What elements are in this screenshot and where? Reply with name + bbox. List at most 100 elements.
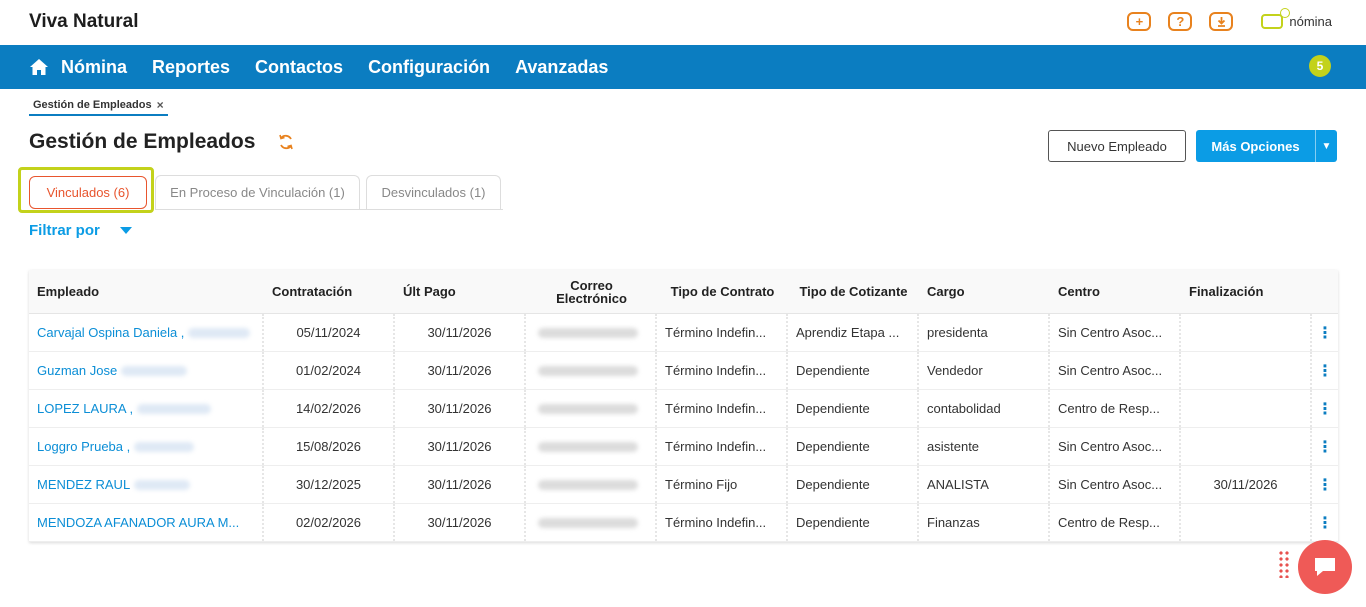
cell-correo bbox=[526, 314, 657, 351]
cell-ult-pago-text: 30/11/2026 bbox=[427, 515, 492, 530]
cell-cargo-text: asistente bbox=[927, 439, 980, 454]
row-menu[interactable]: ⋮ bbox=[1312, 390, 1338, 427]
cell-cargo: presidenta bbox=[919, 314, 1050, 351]
row-menu[interactable]: ⋮ bbox=[1312, 504, 1338, 541]
cell-centro-text: Sin Centro Asoc... bbox=[1058, 439, 1163, 454]
cell-tipo-cotizante: Dependiente bbox=[788, 352, 919, 389]
home-icon[interactable] bbox=[29, 58, 49, 76]
cell-contratacion-text: 01/02/2024 bbox=[295, 363, 362, 378]
table-row[interactable]: MENDOZA AFANADOR AURA M... 02/02/2026 30/1… bbox=[29, 504, 1338, 542]
cell-empleado-text: Carvajal Ospina Daniela , bbox=[37, 325, 185, 340]
kebab-menu-icon[interactable]: ⋮ bbox=[1317, 323, 1333, 343]
cell-finalizacion bbox=[1181, 428, 1312, 465]
cell-tipo-contrato: Término Fijo bbox=[657, 466, 788, 503]
close-icon[interactable]: × bbox=[157, 98, 164, 112]
col-tipo-contrato[interactable]: Tipo de Contrato bbox=[657, 270, 788, 313]
cell-ult-pago-text: 30/11/2026 bbox=[427, 439, 492, 454]
cell-centro: Sin Centro Asoc... bbox=[1050, 428, 1181, 465]
employees-table: Empleado Contratación Últ Pago Correo El… bbox=[29, 270, 1338, 542]
row-menu[interactable]: ⋮ bbox=[1312, 352, 1338, 389]
cell-contratacion-text: 02/02/2026 bbox=[295, 515, 362, 530]
table-row[interactable]: Carvajal Ospina Daniela , 05/11/2024 30/11… bbox=[29, 314, 1338, 352]
table-row[interactable]: Loggro Prueba , 15/08/2026 30/11/2026 Térmi… bbox=[29, 428, 1338, 466]
nav-contactos[interactable]: Contactos bbox=[255, 57, 343, 78]
breadcrumb[interactable]: Gestión de Empleados × bbox=[29, 96, 168, 116]
row-menu[interactable]: ⋮ bbox=[1312, 428, 1338, 465]
cell-finalizacion bbox=[1181, 390, 1312, 427]
cell-empleado-text: MENDEZ RAUL bbox=[37, 477, 131, 492]
nav-configuracion[interactable]: Configuración bbox=[368, 57, 490, 78]
col-contratacion[interactable]: Contratación bbox=[264, 270, 395, 313]
refresh-icon[interactable] bbox=[277, 133, 295, 151]
drag-handle-icon[interactable] bbox=[1278, 550, 1290, 578]
cell-centro-text: Centro de Resp... bbox=[1058, 401, 1160, 416]
plus-icon[interactable]: + bbox=[1127, 12, 1152, 31]
table-row[interactable]: Guzman Jose 01/02/2024 30/11/2026 Término I… bbox=[29, 352, 1338, 390]
table-row[interactable]: LOPEZ LAURA , 14/02/2026 30/11/2026 Término… bbox=[29, 390, 1338, 428]
cell-cargo-text: contabolidad bbox=[927, 401, 1001, 416]
cell-centro: Centro de Resp... bbox=[1050, 390, 1181, 427]
cell-contratacion-text: 15/08/2026 bbox=[295, 439, 362, 454]
filter-toggle[interactable]: Filtrar por bbox=[29, 222, 132, 239]
cell-centro: Centro de Resp... bbox=[1050, 504, 1181, 541]
tab-en-proceso[interactable]: En Proceso de Vinculación (1) bbox=[155, 175, 360, 209]
cell-empleado[interactable]: MENDEZ RAUL bbox=[29, 466, 264, 503]
tab-desvinculados[interactable]: Desvinculados (1) bbox=[366, 175, 501, 209]
col-correo[interactable]: Correo Electrónico bbox=[526, 270, 657, 313]
table-row[interactable]: MENDEZ RAUL 30/12/2025 30/11/2026 Término F… bbox=[29, 466, 1338, 504]
caret-down-icon[interactable]: ▼ bbox=[1315, 130, 1337, 162]
cell-contratacion: 30/12/2025 bbox=[264, 466, 395, 503]
cell-tipo-contrato: Término Indefin... bbox=[657, 504, 788, 541]
notification-badge[interactable]: 5 bbox=[1309, 55, 1331, 77]
col-empleado[interactable]: Empleado bbox=[29, 270, 264, 313]
cell-finalizacion-text: 30/11/2026 bbox=[1213, 477, 1278, 492]
cell-tipo-cotizante-text: Aprendiz Etapa ... bbox=[796, 325, 900, 340]
cell-empleado[interactable]: LOPEZ LAURA , bbox=[29, 390, 264, 427]
kebab-menu-icon[interactable]: ⋮ bbox=[1317, 437, 1333, 457]
row-menu[interactable]: ⋮ bbox=[1312, 466, 1338, 503]
cell-contratacion-text: 30/12/2025 bbox=[295, 477, 362, 492]
redacted-id bbox=[121, 365, 188, 376]
kebab-menu-icon[interactable]: ⋮ bbox=[1317, 513, 1333, 533]
col-centro[interactable]: Centro bbox=[1050, 270, 1181, 313]
cell-tipo-contrato: Término Indefin... bbox=[657, 352, 788, 389]
cell-tipo-cotizante: Dependiente bbox=[788, 390, 919, 427]
cell-ult-pago-text: 30/11/2026 bbox=[427, 477, 492, 492]
nav-avanzadas[interactable]: Avanzadas bbox=[515, 57, 608, 78]
cell-correo bbox=[526, 466, 657, 503]
nav-reportes[interactable]: Reportes bbox=[152, 57, 230, 78]
more-options-button[interactable]: Más Opciones ▼ bbox=[1196, 130, 1337, 162]
module-switcher[interactable]: nómina bbox=[1261, 8, 1332, 29]
redacted-email bbox=[538, 327, 638, 338]
col-ult-pago[interactable]: Últ Pago bbox=[395, 270, 526, 313]
cell-empleado[interactable]: MENDOZA AFANADOR AURA M... bbox=[29, 504, 264, 541]
col-tipo-cotizante[interactable]: Tipo de Cotizante bbox=[788, 270, 919, 313]
cell-empleado[interactable]: Loggro Prueba , bbox=[29, 428, 264, 465]
more-options-label: Más Opciones bbox=[1211, 138, 1300, 154]
cell-ult-pago: 30/11/2026 bbox=[395, 352, 526, 389]
col-finalizacion[interactable]: Finalización bbox=[1181, 270, 1312, 313]
cell-empleado[interactable]: Carvajal Ospina Daniela , bbox=[29, 314, 264, 351]
nav-nomina[interactable]: Nómina bbox=[61, 57, 127, 78]
cell-tipo-cotizante-text: Dependiente bbox=[796, 401, 870, 416]
cell-empleado[interactable]: Guzman Jose bbox=[29, 352, 264, 389]
redacted-id bbox=[134, 479, 191, 490]
main-nav: Nómina Reportes Contactos Configuración … bbox=[0, 45, 1366, 89]
cell-correo bbox=[526, 352, 657, 389]
download-icon[interactable] bbox=[1209, 12, 1234, 31]
cell-tipo-contrato: Término Indefin... bbox=[657, 428, 788, 465]
new-employee-button[interactable]: Nuevo Empleado bbox=[1048, 130, 1186, 162]
row-menu[interactable]: ⋮ bbox=[1312, 314, 1338, 351]
col-cargo[interactable]: Cargo bbox=[919, 270, 1050, 313]
chat-button[interactable] bbox=[1298, 540, 1352, 594]
top-header: Viva Natural + ? nómina bbox=[0, 0, 1366, 45]
kebab-menu-icon[interactable]: ⋮ bbox=[1317, 399, 1333, 419]
tab-vinculados[interactable]: Vinculados (6) bbox=[29, 176, 147, 209]
cell-centro-text: Centro de Resp... bbox=[1058, 515, 1160, 530]
kebab-menu-icon[interactable]: ⋮ bbox=[1317, 475, 1333, 495]
cell-tipo-cotizante: Dependiente bbox=[788, 428, 919, 465]
kebab-menu-icon[interactable]: ⋮ bbox=[1317, 361, 1333, 381]
help-icon[interactable]: ? bbox=[1168, 12, 1193, 31]
col-actions bbox=[1312, 270, 1338, 313]
cell-ult-pago: 30/11/2026 bbox=[395, 314, 526, 351]
